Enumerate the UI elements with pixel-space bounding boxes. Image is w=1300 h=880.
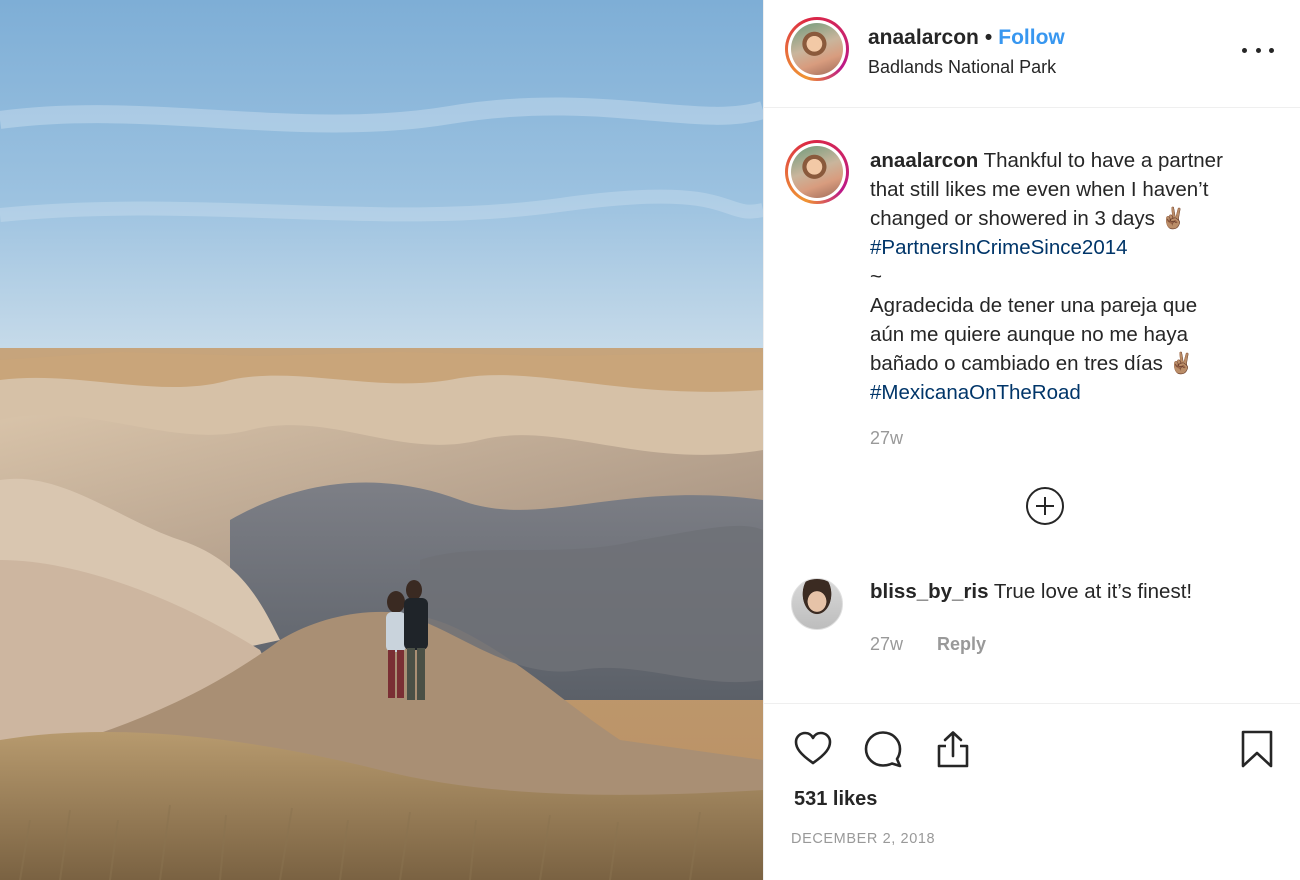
bookmark-icon[interactable]: [1236, 728, 1278, 770]
caption-timestamp[interactable]: 27w: [870, 428, 903, 449]
caption-line: changed or showered in 3 days ✌🏽: [870, 207, 1187, 230]
caption-line: ~: [870, 265, 882, 288]
badlands-landscape-image: [0, 0, 763, 880]
share-icon[interactable]: [932, 728, 974, 770]
post-header: anaalarcon • Follow Badlands National Park: [764, 0, 1300, 108]
action-bar: 531 likes DECEMBER 2, 2018: [764, 703, 1300, 880]
commenter-avatar[interactable]: [791, 578, 843, 630]
follow-button[interactable]: Follow: [998, 26, 1065, 49]
caption-line: Thankful to have a partner: [983, 149, 1223, 172]
comment: bliss_by_ris True love at it’s finest!: [870, 580, 1192, 604]
reply-button[interactable]: Reply: [937, 634, 986, 655]
comment-username[interactable]: bliss_by_ris: [870, 580, 989, 603]
caption-author-avatar[interactable]: [785, 140, 849, 204]
author-username[interactable]: anaalarcon: [868, 26, 979, 49]
caption-username[interactable]: anaalarcon: [870, 149, 978, 172]
location-link[interactable]: Badlands National Park: [868, 57, 1056, 78]
caption-line: Agradecida de tener una pareja que: [870, 294, 1198, 317]
post-photo[interactable]: [0, 0, 763, 880]
heart-icon[interactable]: [792, 728, 834, 770]
likes-count[interactable]: 531 likes: [794, 788, 877, 811]
post-date[interactable]: DECEMBER 2, 2018: [791, 831, 935, 847]
post-details-panel: anaalarcon • Follow Badlands National Park…: [763, 0, 1300, 880]
comment-timestamp[interactable]: 27w: [870, 634, 903, 655]
comment-icon[interactable]: [862, 728, 904, 770]
comment-text: True love at it’s finest!: [993, 580, 1193, 603]
author-line: anaalarcon • Follow: [868, 26, 1065, 50]
separator-dot: •: [984, 26, 993, 49]
caption-line: bañado o cambiado en tres días ✌🏽: [870, 352, 1195, 375]
caption-line: that still likes me even when I haven’t: [870, 178, 1209, 201]
hashtag-link[interactable]: #MexicanaOnTheRoad: [870, 378, 1280, 407]
plus-circle-icon[interactable]: [1026, 487, 1064, 525]
author-avatar[interactable]: [785, 17, 849, 81]
caption-line: aún me quiere aunque no me haya: [870, 323, 1188, 346]
more-options-icon[interactable]: [1242, 38, 1274, 62]
post-caption: anaalarcon Thankful to have a partner th…: [870, 146, 1280, 407]
hashtag-link[interactable]: #PartnersInCrimeSince2014: [870, 233, 1280, 262]
